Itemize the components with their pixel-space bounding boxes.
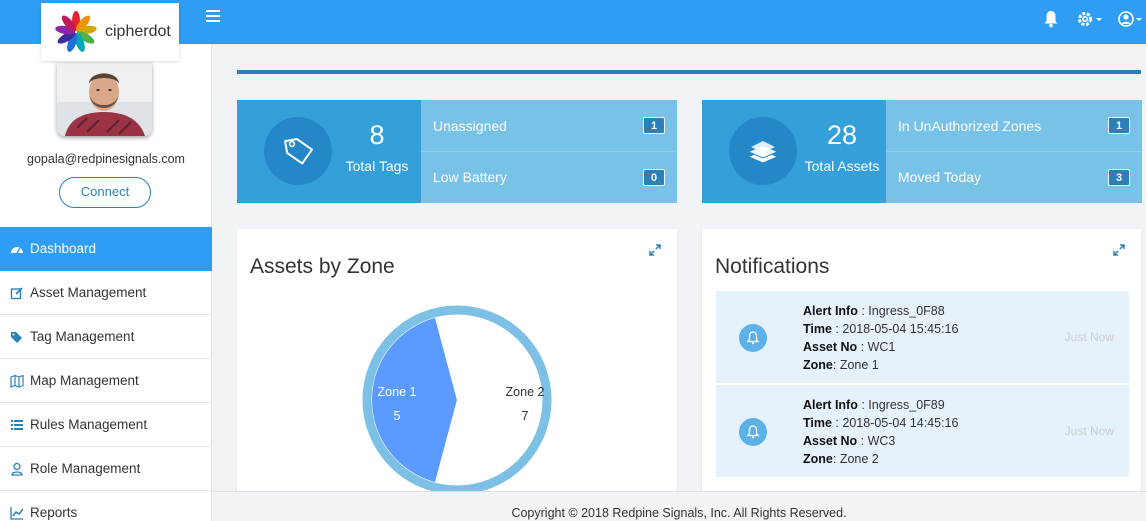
brand-logo[interactable]: cipherdot bbox=[41, 3, 179, 61]
pie-value-1: 5 bbox=[394, 409, 401, 423]
total-tags-block[interactable]: 8 Total Tags bbox=[237, 100, 421, 203]
unauthorized-zones-label: In UnAuthorized Zones bbox=[898, 117, 1042, 134]
total-assets-block[interactable]: 28 Total Assets bbox=[702, 100, 886, 203]
sidebar-item-reports[interactable]: Reports bbox=[0, 491, 212, 521]
time-key: Time bbox=[803, 322, 832, 336]
pie-label-1: Zone 1 bbox=[378, 385, 417, 399]
menu-icon[interactable] bbox=[206, 10, 220, 22]
sidebar-item-asset-management[interactable]: Asset Management bbox=[0, 271, 212, 315]
tags-summary-card: 8 Total Tags Unassigned 1 Low Battery 0 bbox=[237, 100, 677, 203]
asset-no-value: WC3 bbox=[867, 434, 896, 448]
asset-no-value: WC1 bbox=[867, 340, 896, 354]
avatar[interactable] bbox=[57, 62, 152, 136]
total-tags-count: 8 bbox=[369, 120, 385, 150]
notification-details: Alert Info : Ingress_0F88 Time : 2018-05… bbox=[803, 304, 959, 372]
notification-details: Alert Info : Ingress_0F89 Time : 2018-05… bbox=[803, 398, 959, 466]
bell-icon[interactable] bbox=[1043, 10, 1059, 28]
unauthorized-zones-badge: 1 bbox=[1108, 117, 1130, 134]
sidebar-item-label: Asset Management bbox=[30, 285, 147, 300]
map-icon bbox=[10, 374, 24, 388]
unassigned-badge: 1 bbox=[643, 117, 665, 134]
notification-item[interactable]: Alert Info : Ingress_0F89 Time : 2018-05… bbox=[716, 385, 1129, 477]
time-value: 2018-05-04 14:45:16 bbox=[842, 416, 959, 430]
notification-item[interactable]: Alert Info : Ingress_0F88 Time : 2018-05… bbox=[716, 291, 1129, 383]
expand-icon[interactable] bbox=[1113, 244, 1125, 256]
footer-copyright: Copyright © 2018 Redpine Signals, Inc. A… bbox=[212, 491, 1146, 521]
sidebar-item-label: Map Management bbox=[30, 373, 139, 388]
bell-icon bbox=[739, 418, 767, 446]
low-battery-label: Low Battery bbox=[433, 169, 507, 185]
total-tags-label: Total Tags bbox=[345, 158, 409, 174]
sidebar-item-label: Role Management bbox=[30, 461, 141, 476]
assets-by-zone-panel: Assets by Zone Zone 1 5 Zone 27 bbox=[237, 229, 677, 491]
moved-today-badge: 3 bbox=[1108, 168, 1130, 186]
brand-name: cipherdot bbox=[105, 23, 171, 40]
sidebar-item-dashboard[interactable]: Dashboard bbox=[0, 227, 212, 271]
asset-no-key: Asset No bbox=[803, 340, 858, 354]
alert-info-key: Alert Info bbox=[803, 398, 858, 412]
sidebar-item-map-management[interactable]: Map Management bbox=[0, 359, 212, 403]
sidebar-item-label: Tag Management bbox=[30, 329, 135, 344]
sidebar-item-rules-management[interactable]: Rules Management bbox=[0, 403, 212, 447]
zone-value: Zone 2 bbox=[839, 452, 879, 466]
moved-today-label: Moved Today bbox=[898, 169, 982, 185]
assets-stack-icon bbox=[729, 117, 797, 185]
asset-no-key: Asset No bbox=[803, 434, 858, 448]
sidebar-item-label: Rules Management bbox=[30, 417, 148, 432]
pie-value-2: 7 bbox=[522, 409, 529, 423]
notifications-title: Notifications bbox=[715, 255, 830, 278]
total-assets-label: Total Assets bbox=[804, 158, 880, 174]
zone-pie-chart: Zone 1 5 Zone 2 7 bbox=[362, 305, 552, 491]
user-icon bbox=[11, 462, 23, 476]
logo-icon bbox=[55, 11, 97, 52]
sidebar: gopala@redpinesignals.com Connect Dashbo… bbox=[0, 44, 212, 521]
pie-label-2: Zone 2 bbox=[506, 385, 545, 399]
assets-detail-rows: In UnAuthorized Zones 1 Moved Today 3 bbox=[886, 100, 1142, 203]
user-circle-icon[interactable] bbox=[1118, 10, 1146, 28]
tags-icon bbox=[11, 331, 22, 343]
sidebar-item-role-management[interactable]: Role Management bbox=[0, 447, 212, 491]
tags-detail-rows: Unassigned 1 Low Battery 0 bbox=[421, 100, 677, 203]
list-icon bbox=[11, 419, 23, 430]
chart-icon bbox=[10, 506, 24, 520]
unassigned-row[interactable]: Unassigned 1 bbox=[421, 100, 677, 151]
zone-value: Zone 1 bbox=[839, 358, 879, 372]
low-battery-row[interactable]: Low Battery 0 bbox=[421, 151, 677, 202]
sidebar-item-label: Dashboard bbox=[30, 241, 97, 256]
zone-key: Zone bbox=[803, 452, 833, 466]
notification-time-ago: Just Now bbox=[1064, 424, 1114, 438]
notifications-panel: Notifications Alert Info : Ingress_0F88 … bbox=[702, 229, 1141, 491]
unassigned-label: Unassigned bbox=[433, 117, 507, 134]
total-assets-count: 28 bbox=[826, 120, 858, 150]
sidebar-menu: Dashboard Asset Management Tag Managemen… bbox=[0, 227, 212, 521]
alert-info-value: Ingress_0F88 bbox=[868, 304, 945, 318]
assets-summary-card: 28 Total Assets In UnAuthorized Zones 1 … bbox=[702, 100, 1142, 203]
dashboard-icon bbox=[11, 246, 23, 253]
zone-key: Zone bbox=[803, 358, 833, 372]
low-battery-badge: 0 bbox=[643, 168, 665, 186]
tag-icon bbox=[264, 117, 332, 185]
time-value: 2018-05-04 15:45:16 bbox=[842, 322, 959, 336]
time-key: Time bbox=[803, 416, 832, 430]
sidebar-item-label: Reports bbox=[30, 505, 78, 520]
header-divider bbox=[237, 70, 1141, 74]
alert-info-key: Alert Info bbox=[803, 304, 858, 318]
gear-icon[interactable] bbox=[1077, 10, 1107, 28]
connect-button[interactable]: Connect bbox=[59, 177, 151, 208]
notification-time-ago: Just Now bbox=[1064, 330, 1114, 344]
sidebar-item-tag-management[interactable]: Tag Management bbox=[0, 315, 212, 359]
unauthorized-zones-row[interactable]: In UnAuthorized Zones 1 bbox=[886, 100, 1142, 151]
user-email: gopala@redpinesignals.com bbox=[27, 152, 185, 166]
moved-today-row[interactable]: Moved Today 3 bbox=[886, 151, 1142, 202]
edit-icon bbox=[10, 286, 23, 299]
alert-info-value: Ingress_0F89 bbox=[868, 398, 945, 412]
bell-icon bbox=[739, 324, 767, 352]
